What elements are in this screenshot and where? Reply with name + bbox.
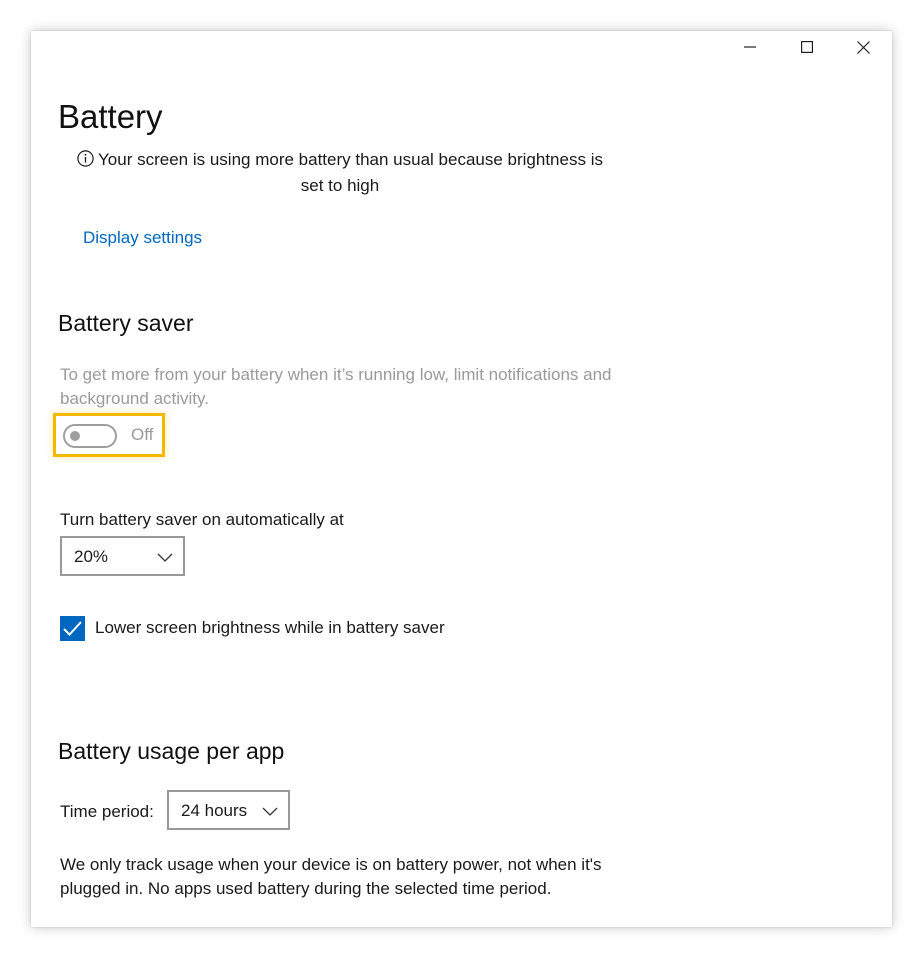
close-button[interactable] — [835, 31, 892, 63]
chevron-down-icon — [157, 550, 173, 568]
time-period-value: 24 hours — [181, 801, 248, 820]
maximize-button[interactable] — [778, 31, 835, 63]
brightness-checkbox[interactable] — [60, 616, 85, 641]
minimize-icon — [743, 41, 756, 53]
usage-footnote: We only track usage when your device is … — [60, 855, 602, 898]
chevron-down-icon — [262, 804, 278, 822]
time-period-label: Time period: — [60, 802, 154, 821]
minimize-button[interactable] — [721, 31, 778, 63]
toggle-knob — [70, 431, 80, 441]
auto-threshold-label: Turn battery saver on automatically at — [60, 510, 344, 529]
settings-window: Battery Your screen is using more batter… — [31, 31, 892, 927]
threshold-value: 20% — [74, 547, 109, 566]
page-title: Battery — [58, 98, 163, 135]
brightness-notice: Your screen is using more battery than u… — [65, 148, 615, 198]
threshold-dropdown[interactable]: 20% — [60, 536, 185, 576]
toggle-highlight: Off — [53, 413, 165, 457]
display-settings-link[interactable]: Display settings — [83, 226, 202, 250]
battery-saver-toggle[interactable] — [63, 424, 117, 448]
notice-text: Your screen is using more battery than u… — [98, 150, 603, 195]
battery-usage-heading: Battery usage per app — [58, 738, 285, 764]
battery-saver-heading: Battery saver — [58, 310, 194, 336]
checkmark-icon — [63, 621, 82, 636]
toggle-state-label: Off — [131, 425, 154, 444]
brightness-checkbox-label: Lower screen brightness while in battery… — [95, 618, 445, 637]
time-period-dropdown[interactable]: 24 hours — [167, 790, 290, 830]
close-icon — [857, 40, 870, 54]
maximize-icon — [800, 41, 813, 53]
caption-buttons — [721, 31, 892, 63]
battery-saver-description: To get more from your battery when it’s … — [60, 365, 612, 408]
info-icon — [77, 150, 94, 174]
